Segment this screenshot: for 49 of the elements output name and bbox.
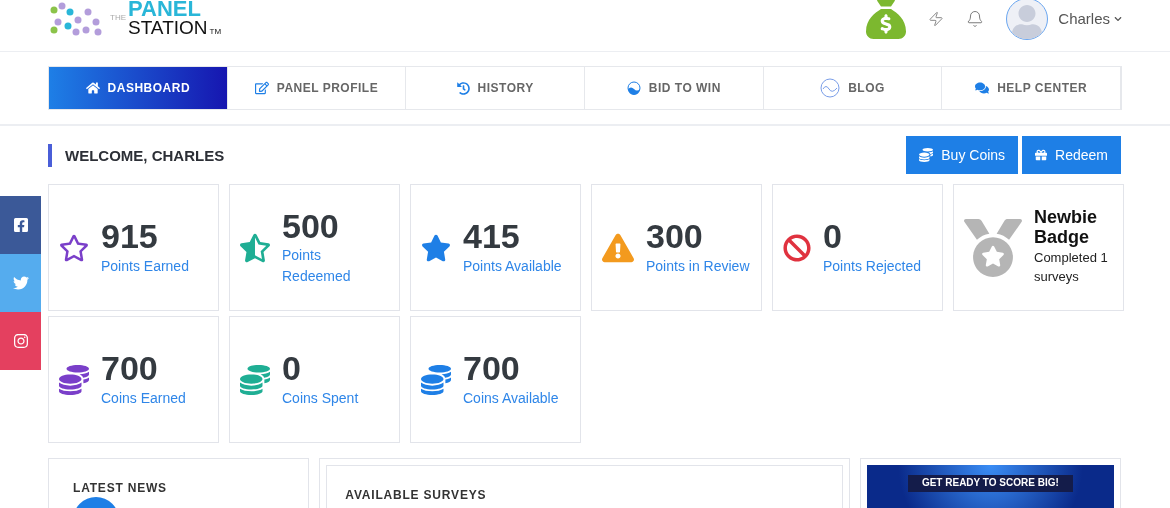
instagram-link[interactable]	[0, 312, 41, 370]
stat-label: Coins Available	[463, 388, 559, 408]
wave-circle-icon	[820, 78, 841, 98]
chat-icon	[975, 81, 990, 95]
user-menu[interactable]: Charles	[1058, 10, 1122, 27]
stat-label: Coins Spent	[282, 388, 359, 408]
wave-circle-icon	[626, 81, 641, 95]
stat-value: 915	[101, 218, 159, 256]
stat-label: Points Earned	[101, 256, 189, 276]
welcome-heading: WELCOME, CHARLES	[48, 143, 225, 167]
stat-value: 300	[646, 218, 704, 256]
logo-text: THE	[110, 13, 126, 22]
instagram-icon	[12, 333, 29, 349]
stat-value: 700	[101, 350, 159, 388]
stat-label: Points Available	[463, 256, 562, 276]
promo-banner[interactable]: GET READY TO SCORE BIG!	[866, 465, 1114, 508]
panel-title: LATEST NEWS	[73, 481, 168, 495]
badge-caption: Completed 1 surveys	[1034, 248, 1109, 287]
coins-icon	[919, 148, 934, 162]
edit-icon	[254, 81, 269, 95]
facebook-icon	[12, 217, 29, 233]
avatar[interactable]	[1006, 0, 1049, 40]
stat-label: Points Rejected	[823, 256, 922, 276]
history-icon	[456, 81, 470, 95]
chevron-down-icon	[1114, 14, 1122, 23]
stat-label: Points in Review	[646, 256, 750, 276]
stat-value: 415	[463, 218, 521, 256]
redeem-button[interactable]: Redeem	[1022, 136, 1121, 174]
stat-value: 0	[282, 350, 302, 388]
home-icon	[85, 81, 100, 95]
money-bag-icon[interactable]	[866, 0, 907, 39]
badge-title: Newbie Badge	[1034, 208, 1099, 248]
twitter-icon	[12, 275, 29, 291]
panel-title: AVAILABLE SURVEYS	[345, 488, 488, 502]
buy-coins-button[interactable]: Buy Coins	[906, 136, 1019, 174]
lightning-icon[interactable]	[928, 10, 945, 27]
facebook-link[interactable]	[0, 196, 41, 254]
banner-headline: GET READY TO SCORE BIG!	[907, 475, 1073, 492]
nav-tab[interactable]: DASHBOARD	[49, 67, 228, 109]
trademark-text: TM	[209, 26, 222, 36]
stat-value: 0	[823, 218, 843, 256]
stat-value: 500	[282, 207, 340, 246]
stat-label: Coins Earned	[101, 388, 186, 408]
stat-label: Points Redeemed	[282, 246, 352, 287]
gift-icon	[1035, 149, 1048, 161]
logo-text: STATION	[128, 18, 208, 36]
logo-text: PANEL	[128, 0, 201, 19]
stat-value: 700	[463, 350, 521, 388]
notification-icon[interactable]	[966, 9, 985, 28]
